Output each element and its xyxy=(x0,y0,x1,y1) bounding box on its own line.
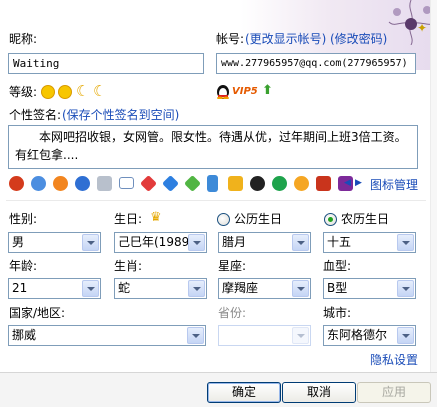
scroll-left-icon[interactable]: ◀ xyxy=(344,177,352,189)
lunar-birthday-label: 农历生日 xyxy=(341,212,390,226)
penguin-small-icon[interactable] xyxy=(250,176,265,191)
chevron-down-icon xyxy=(397,327,414,344)
country-value: 挪威 xyxy=(12,328,37,342)
birth-day-select[interactable]: 十五 xyxy=(323,232,416,253)
penguin-icon xyxy=(216,83,230,100)
game-icon[interactable] xyxy=(316,176,331,191)
province-select[interactable] xyxy=(218,325,311,346)
gregorian-birthday-radio[interactable] xyxy=(217,213,230,226)
footer-separator xyxy=(0,372,437,373)
gender-value: 男 xyxy=(12,235,25,249)
account-field: www.277965957@qq.com(277965957) xyxy=(216,53,416,74)
icon-manage-link[interactable]: 图标管理 xyxy=(370,177,418,193)
apply-button[interactable]: 应用 xyxy=(357,382,431,403)
qq-show-icon[interactable] xyxy=(228,176,243,191)
birth-month-select[interactable]: 腊月 xyxy=(218,232,311,253)
constellation-select[interactable]: 摩羯座 xyxy=(218,278,311,299)
chevron-down-icon xyxy=(397,280,414,297)
city-label: 城市: xyxy=(323,306,352,320)
scroll-right-icon[interactable]: ▶ xyxy=(355,177,363,189)
nickname-label: 昵称: xyxy=(9,32,38,46)
music-icon[interactable] xyxy=(272,176,287,191)
city-value: 东阿格德尔 xyxy=(327,328,388,342)
signature-label: 个性签名: xyxy=(9,108,62,122)
section-divider xyxy=(6,200,426,201)
nickname-input[interactable]: Waiting xyxy=(8,53,204,74)
mail-icon[interactable] xyxy=(119,177,134,189)
age-select[interactable]: 21 xyxy=(8,278,101,299)
chevron-down-icon xyxy=(188,234,205,251)
level-label: 等级: xyxy=(9,85,38,99)
lunar-birthday-radio[interactable] xyxy=(324,213,337,226)
diamond-green-icon[interactable] xyxy=(184,175,201,192)
birth-year-value: 己巳年(1989) xyxy=(118,235,194,249)
gender-label: 性别: xyxy=(9,212,38,226)
vip-badge: VIP5 xyxy=(232,86,258,97)
blood-type-value: B型 xyxy=(327,281,348,295)
province-label: 省份: xyxy=(218,306,247,320)
gregorian-birthday-label: 公历生日 xyxy=(234,212,283,226)
chevron-down-icon xyxy=(187,327,204,344)
moon-icon: ☾ xyxy=(93,82,107,100)
crown-icon: ♛ xyxy=(150,210,162,225)
privacy-settings-link[interactable]: 隐私设置 xyxy=(370,352,418,368)
save-signature-link[interactable]: (保存个性签名到空间) xyxy=(62,107,179,123)
chevron-down-icon xyxy=(292,280,309,297)
country-select[interactable]: 挪威 xyxy=(8,325,206,346)
diamond-red-icon[interactable] xyxy=(140,175,157,192)
blood-type-select[interactable]: B型 xyxy=(323,278,416,299)
pet-icon[interactable] xyxy=(294,176,309,191)
birth-day-value: 十五 xyxy=(327,235,352,249)
chevron-down-icon xyxy=(292,327,309,344)
zodiac-value: 蛇 xyxy=(118,281,131,295)
country-label: 国家/地区: xyxy=(9,306,66,320)
upgrade-arrow-icon: ⬆ xyxy=(262,83,273,98)
sun-icon xyxy=(58,85,72,99)
happy-face-icon[interactable] xyxy=(31,176,46,191)
paipai-icon[interactable] xyxy=(53,176,68,191)
sparkle-icon: ✦ xyxy=(417,21,428,35)
chevron-down-icon xyxy=(397,234,414,251)
zodiac-label: 生肖: xyxy=(114,259,143,273)
cancel-button[interactable]: 取消 xyxy=(282,382,356,403)
chevron-down-icon xyxy=(188,280,205,297)
scrollbar[interactable] xyxy=(430,0,437,372)
gender-select[interactable]: 男 xyxy=(8,232,101,253)
constellation-label: 星座: xyxy=(218,259,247,273)
age-label: 年龄: xyxy=(9,259,38,273)
blood-type-label: 血型: xyxy=(323,259,352,273)
birth-month-value: 腊月 xyxy=(222,235,247,249)
gray-shield-icon[interactable] xyxy=(97,176,112,191)
torch-icon[interactable] xyxy=(9,176,24,191)
account-label: 帐号: xyxy=(216,32,245,46)
paipai-blue-icon[interactable] xyxy=(75,176,90,191)
signature-textarea[interactable]: 本网吧招收银，女网管。限女性。待遇从优，过年期间上班3倍工资。有红包拿.... xyxy=(8,125,418,169)
constellation-value: 摩羯座 xyxy=(222,281,259,295)
zodiac-select[interactable]: 蛇 xyxy=(114,278,207,299)
moon-icon: ☾ xyxy=(76,82,90,100)
chevron-down-icon xyxy=(82,234,99,251)
change-display-account-link[interactable]: (更改显示帐号) xyxy=(245,31,326,47)
chevron-down-icon xyxy=(292,234,309,251)
diamond-blue-icon[interactable] xyxy=(162,175,179,192)
sun-icon xyxy=(41,85,55,99)
change-password-link[interactable]: (修改密码) xyxy=(330,31,387,47)
phone-icon[interactable] xyxy=(207,175,218,192)
birth-year-select[interactable]: 己巳年(1989) xyxy=(114,232,207,253)
birthday-label: 生日: xyxy=(114,212,143,226)
age-value: 21 xyxy=(12,281,28,295)
chevron-down-icon xyxy=(82,280,99,297)
ok-button[interactable]: 确定 xyxy=(207,382,281,403)
city-select[interactable]: 东阿格德尔 xyxy=(323,325,416,346)
